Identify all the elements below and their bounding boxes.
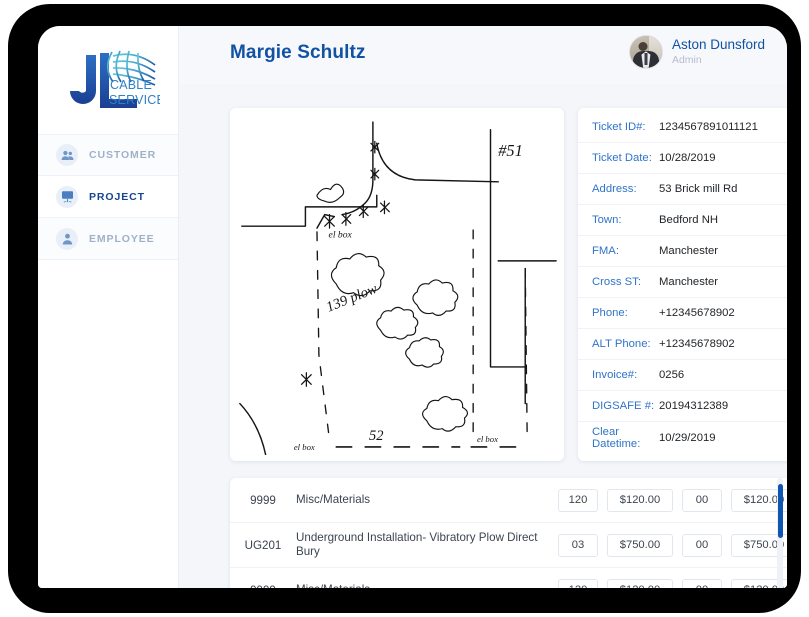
item-extra-field[interactable]: 00: [682, 578, 722, 588]
ticket-key: Ticket Date:: [592, 152, 652, 164]
ticket-row: Clear Datetime: 10/29/2019: [578, 422, 787, 453]
ticket-value: 53 Brick mill Rd: [659, 183, 738, 195]
sidebar: CABLE SERVICES CUSTOMER: [38, 26, 179, 588]
items-scrollbar-thumb[interactable]: [778, 484, 783, 538]
ticket-row: Invoice#: 0256: [578, 360, 787, 391]
main-content: #51 139 plow 52 el box el box el box Tic…: [179, 84, 787, 588]
ticket-row: Cross ST: Manchester: [578, 267, 787, 298]
ticket-value: Bedford NH: [659, 214, 719, 226]
ticket-value: 10/29/2019: [659, 431, 716, 444]
table-row[interactable]: 9999 Misc/Materials 120 $120.00 00 $120.…: [230, 568, 787, 588]
ticket-key: Address:: [592, 183, 637, 195]
sidebar-item-label: PROJECT: [89, 190, 145, 203]
job-site-hand-sketch: #51 139 plow 52 el box el box el box: [239, 121, 557, 455]
sketch-label-52: 52: [369, 428, 383, 444]
sketch-label-elbox-left: el box: [294, 442, 315, 452]
sketch-label-plow: 139 plow: [324, 281, 380, 316]
item-description: Underground Installation- Vibratory Plow…: [296, 531, 538, 558]
ticket-row: Town: Bedford NH: [578, 205, 787, 236]
ticket-key: Clear Datetime:: [592, 425, 641, 450]
tablet-device-frame: CABLE SERVICES CUSTOMER: [8, 4, 801, 613]
presentation-board-icon: [56, 185, 78, 208]
ticket-key: Cross ST:: [592, 276, 641, 288]
item-description: Misc/Materials: [296, 583, 549, 588]
item-extra-field[interactable]: 00: [682, 488, 722, 512]
item-qty-field[interactable]: 120: [558, 578, 598, 588]
sidebar-item-label: CUSTOMER: [89, 149, 157, 161]
page-header: Margie Schultz Aston Dunsford Admin: [179, 26, 787, 84]
avatar[interactable]: [628, 35, 663, 69]
ticket-key: Phone:: [592, 307, 628, 319]
sidebar-item-project[interactable]: PROJECT: [38, 176, 178, 218]
ticket-row: Ticket Date: 10/28/2019: [578, 143, 787, 174]
sidebar-item-label: EMPLOYEE: [89, 232, 155, 245]
ticket-value: +12345678902: [659, 307, 735, 319]
ticket-row: Phone: +12345678902: [578, 298, 787, 329]
ticket-row: ALT Phone: +12345678902: [578, 329, 787, 360]
job-site-sketch-card[interactable]: #51 139 plow 52 el box el box el box: [230, 108, 564, 461]
ticket-row: Ticket ID#: 1234567891011121: [578, 112, 787, 143]
ticket-value: 20194312389: [659, 400, 729, 412]
item-code: 9999: [250, 493, 276, 507]
sidebar-item-customer[interactable]: CUSTOMER: [38, 134, 178, 176]
ticket-key: Town:: [592, 214, 622, 226]
item-rate-field[interactable]: $750.00: [607, 533, 673, 557]
user-badge-icon: [56, 227, 78, 250]
item-description: Misc/Materials: [296, 493, 371, 506]
item-qty-field[interactable]: 03: [558, 533, 598, 557]
page-title: Margie Schultz: [230, 42, 366, 63]
svg-text:SERVICES: SERVICES: [109, 93, 160, 107]
ticket-row: FMA: Manchester: [578, 236, 787, 267]
ticket-row: Address: 53 Brick mill Rd: [578, 174, 787, 205]
item-code: UG201: [244, 538, 282, 552]
ticket-key: DIGSAFE #:: [592, 400, 655, 412]
ticket-key: ALT Phone:: [592, 338, 651, 350]
app-logo[interactable]: CABLE SERVICES: [38, 26, 178, 134]
app-screen: CABLE SERVICES CUSTOMER: [38, 26, 787, 588]
svg-text:CABLE: CABLE: [110, 78, 152, 92]
ticket-key: Invoice#:: [592, 369, 638, 381]
ticket-value: Manchester: [659, 245, 719, 257]
ticket-row: DIGSAFE #: 20194312389: [578, 391, 787, 422]
ticket-value: 10/28/2019: [659, 152, 716, 164]
ticket-value: Manchester: [659, 276, 719, 288]
sketch-label-elbox-right: el box: [477, 434, 498, 444]
ticket-value: 0256: [659, 369, 685, 381]
users-icon: [56, 144, 78, 166]
user-role: Admin: [671, 54, 702, 66]
sidebar-item-employee[interactable]: EMPLOYEE: [38, 218, 178, 260]
table-row[interactable]: UG201 Underground Installation- Vibrator…: [230, 523, 787, 568]
item-extra-field[interactable]: 00: [682, 533, 722, 557]
user-menu[interactable]: Aston Dunsford Admin: [628, 35, 765, 69]
ticket-value: 1234567891011121: [659, 121, 758, 133]
line-items-table: 9999 Misc/Materials 120 $120.00 00 $120.…: [230, 478, 787, 588]
sketch-label-51: #51: [498, 141, 523, 160]
ticket-value: +12345678902: [659, 338, 735, 350]
item-rate-field[interactable]: $120.00: [607, 578, 673, 588]
item-qty-field[interactable]: 120: [558, 488, 598, 512]
item-code: 9999: [230, 584, 296, 589]
ticket-details-card: Ticket ID#: 1234567891011121 Ticket Date…: [578, 108, 787, 461]
item-rate-field[interactable]: $120.00: [607, 488, 673, 512]
ticket-key: Ticket ID#:: [592, 121, 646, 133]
user-name: Aston Dunsford: [671, 37, 765, 52]
jl-cable-services-logo-icon: CABLE SERVICES: [70, 50, 160, 108]
sketch-label-elbox-top: el box: [329, 230, 353, 241]
ticket-key: FMA:: [592, 245, 619, 257]
table-row[interactable]: 9999 Misc/Materials 120 $120.00 00 $120.…: [230, 478, 787, 523]
